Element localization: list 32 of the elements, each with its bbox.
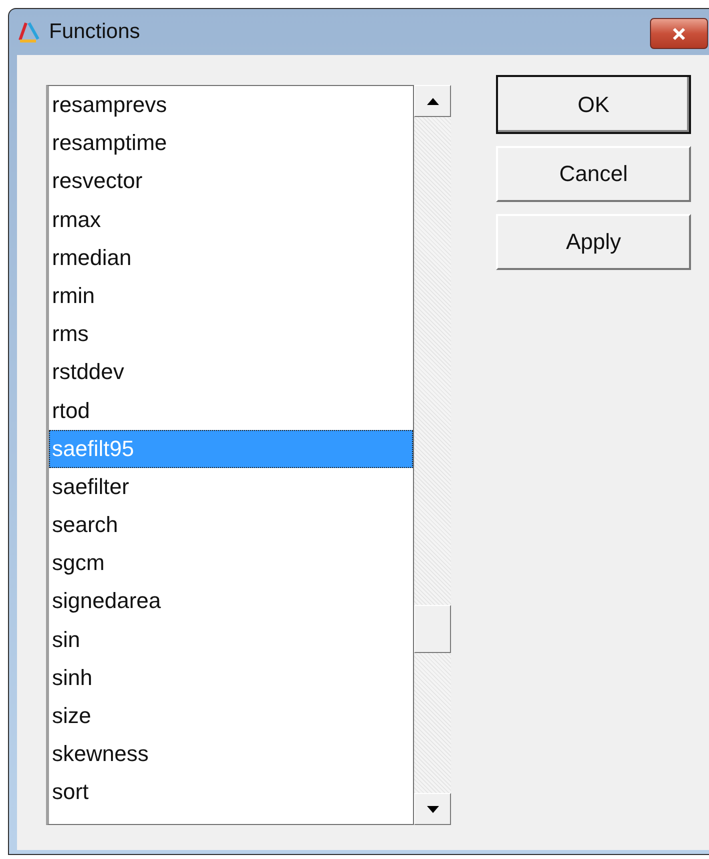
scroll-up-button[interactable] bbox=[414, 85, 451, 117]
window-title: Functions bbox=[49, 20, 140, 44]
up-arrow-icon bbox=[426, 98, 438, 104]
list-item[interactable]: rmax bbox=[49, 200, 413, 239]
list-item[interactable]: sinh bbox=[49, 658, 413, 697]
scrollbar[interactable] bbox=[414, 85, 451, 825]
list-item[interactable]: search bbox=[49, 506, 413, 544]
list-item[interactable]: rtod bbox=[49, 392, 413, 430]
down-arrow-icon bbox=[426, 806, 438, 812]
list-item[interactable]: sort bbox=[49, 773, 413, 812]
list-item[interactable]: sin bbox=[49, 620, 413, 659]
list-item[interactable]: rstddev bbox=[49, 353, 413, 392]
dialog-button[interactable]: OK bbox=[496, 75, 691, 134]
scroll-thumb[interactable] bbox=[414, 605, 451, 653]
close-button[interactable] bbox=[650, 18, 708, 49]
triangle-logo-icon bbox=[17, 20, 41, 44]
scroll-down-button[interactable] bbox=[414, 793, 451, 825]
list-item[interactable]: rms bbox=[49, 315, 413, 354]
function-list[interactable]: resamprevs resamptime resvector rmax rmedian rmin rms rstddev rtod saefilt95 saefilter search sgcm signedarea sin sinh size skewness sort bbox=[46, 85, 414, 825]
list-item[interactable]: rmin bbox=[49, 276, 413, 316]
dialog-button[interactable]: Cancel bbox=[496, 146, 691, 202]
dialog-button[interactable]: Apply bbox=[496, 214, 691, 270]
list-item[interactable]: sgcm bbox=[49, 544, 413, 582]
list-item[interactable]: resvector bbox=[49, 162, 413, 201]
list-item[interactable]: signedarea bbox=[49, 582, 413, 621]
close-icon bbox=[670, 26, 688, 40]
list-item[interactable]: size bbox=[49, 697, 413, 736]
list-item[interactable]: skewness bbox=[49, 735, 413, 774]
list-item[interactable]: resamptime bbox=[49, 124, 413, 162]
list-item[interactable]: saefilter bbox=[49, 468, 413, 506]
list-item[interactable]: resamprevs bbox=[49, 86, 413, 124]
list-item[interactable]: rmedian bbox=[49, 238, 413, 277]
